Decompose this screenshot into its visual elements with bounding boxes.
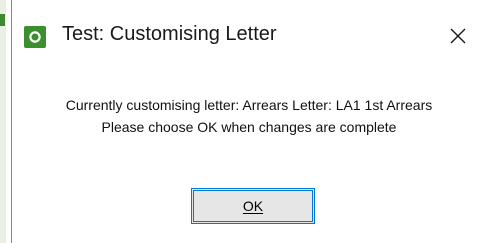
customising-letter-dialog: Test: Customising Letter Currently custo… bbox=[11, 0, 486, 243]
ok-button[interactable]: OK bbox=[191, 188, 315, 224]
app-logo-icon bbox=[24, 26, 46, 48]
close-icon bbox=[450, 28, 466, 44]
ok-button-label: OK bbox=[242, 198, 264, 214]
background-window-edge bbox=[0, 0, 6, 243]
dialog-title: Test: Customising Letter bbox=[62, 23, 277, 45]
message-line-current-letter: Currently customising letter: Arrears Le… bbox=[65, 97, 433, 113]
close-button[interactable] bbox=[444, 22, 472, 50]
background-app-icon bbox=[0, 14, 5, 26]
dialog-message: Currently customising letter: Arrears Le… bbox=[12, 94, 486, 138]
dialog-titlebar[interactable]: Test: Customising Letter bbox=[12, 0, 486, 70]
message-line-instruction: Please choose OK when changes are comple… bbox=[101, 119, 397, 135]
